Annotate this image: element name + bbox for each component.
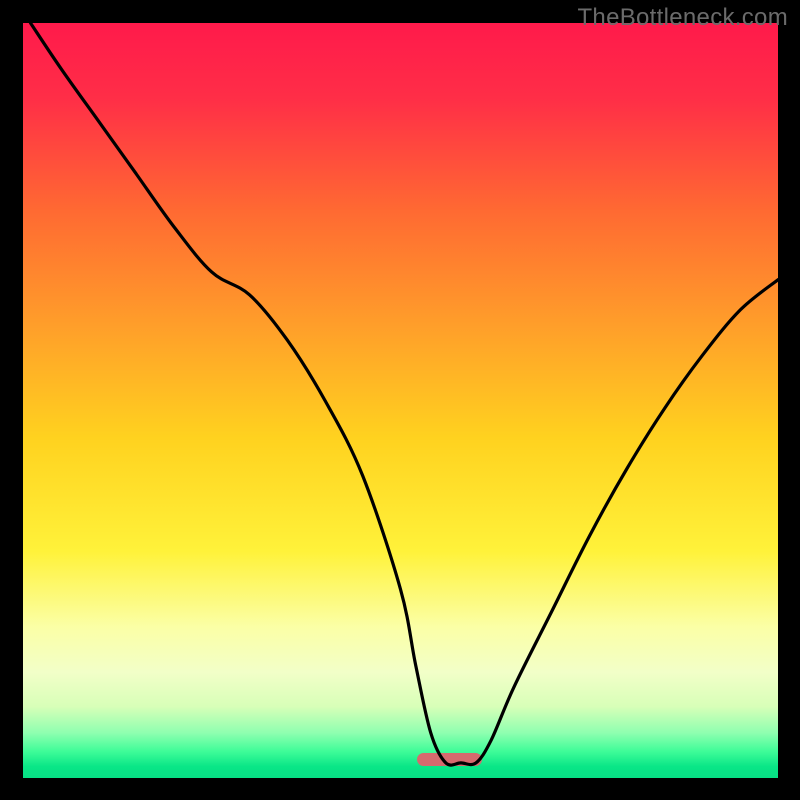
- background-gradient: [23, 23, 778, 778]
- optimal-range-bar: [417, 753, 481, 766]
- plot-area: [23, 23, 778, 778]
- chart-frame: TheBottleneck.com: [0, 0, 800, 800]
- watermark-text: TheBottleneck.com: [577, 4, 788, 32]
